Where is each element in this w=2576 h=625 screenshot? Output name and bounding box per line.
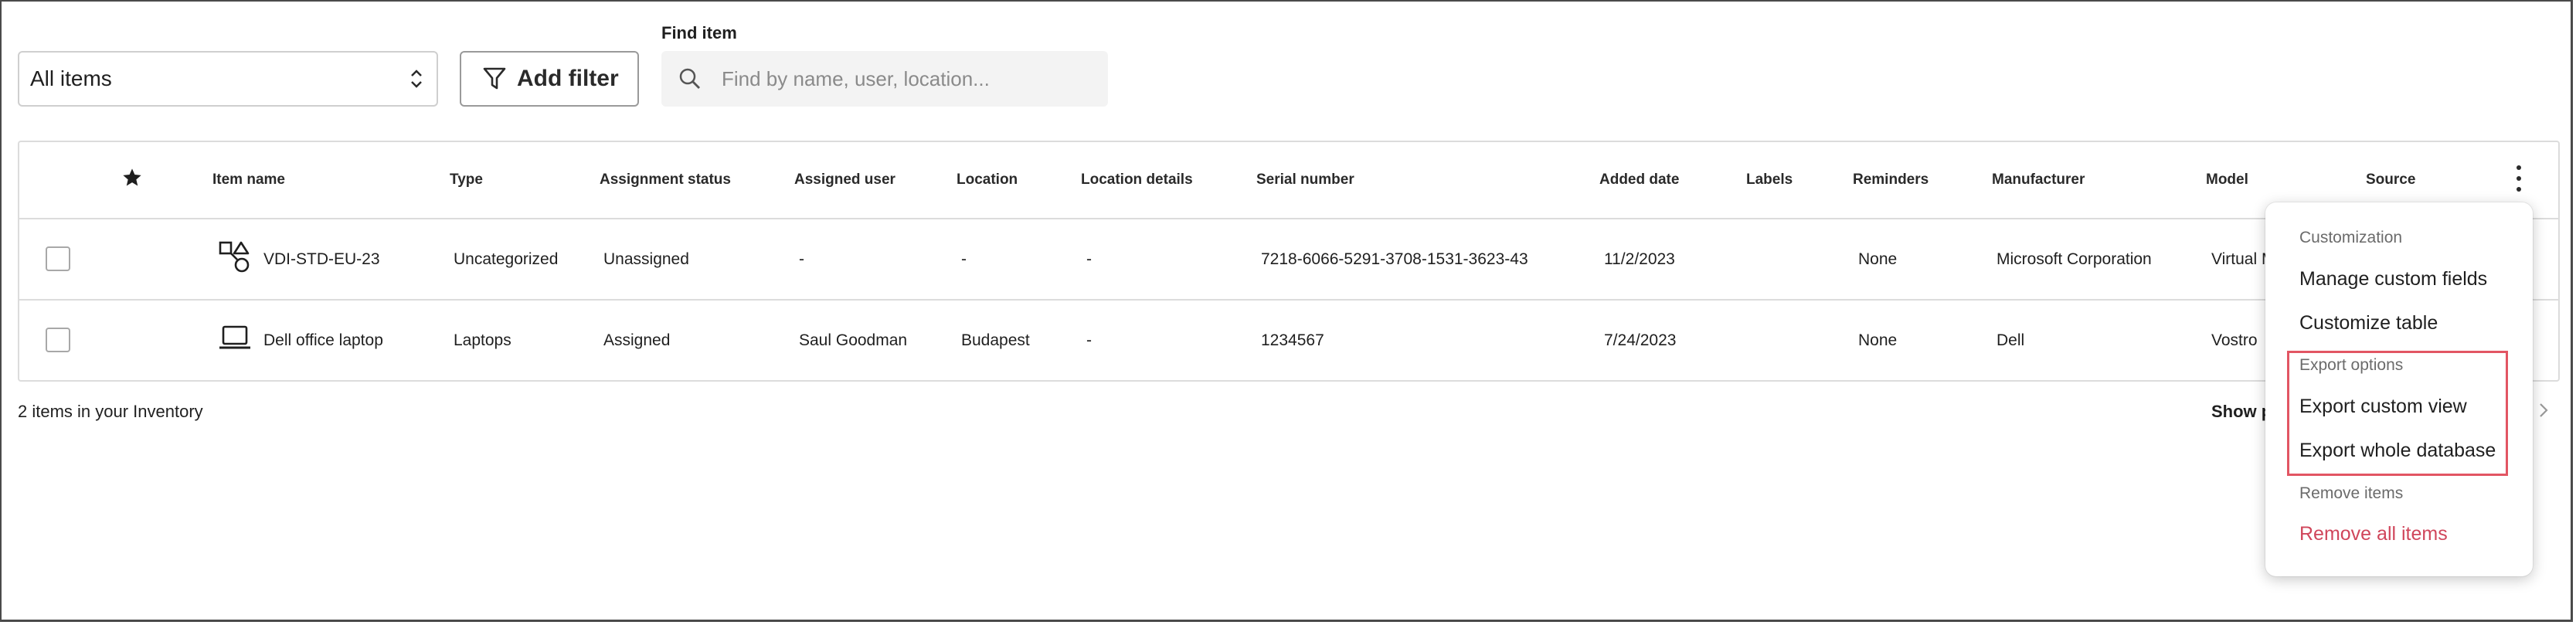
item-serial: 7218-6066-5291-3708-1531-3623-43 (1261, 250, 1528, 268)
item-location-details: - (1086, 331, 1092, 349)
search-input[interactable] (720, 66, 1094, 92)
col-labels[interactable]: Labels (1746, 172, 1793, 189)
more-options-icon[interactable] (2511, 165, 2527, 192)
row-checkbox[interactable] (46, 246, 70, 271)
item-location: Budapest (961, 331, 1030, 349)
col-manufacturer[interactable]: Manufacturer (1992, 172, 2085, 189)
inventory-table: Item name Type Assignment status Assigne… (18, 141, 2560, 382)
col-item-name[interactable]: Item name (212, 172, 285, 189)
star-icon[interactable] (121, 167, 143, 189)
table-header: Item name Type Assignment status Assigne… (19, 142, 2558, 219)
manage-custom-fields-item[interactable]: Manage custom fields (2299, 268, 2487, 290)
item-added-date: 7/24/2023 (1604, 331, 1677, 349)
item-model: Vostro (2211, 331, 2258, 349)
find-item-label: Find item (661, 23, 737, 42)
add-filter-button[interactable]: Add filter (460, 51, 639, 107)
item-location: - (961, 250, 967, 268)
item-reminders: None (1858, 250, 1898, 268)
item-type: Laptops (454, 331, 511, 349)
laptop-icon (219, 325, 250, 349)
item-serial: 1234567 (1261, 331, 1324, 349)
item-reminders: None (1858, 331, 1898, 349)
item-name[interactable]: VDI-STD-EU-23 (263, 250, 380, 269)
export-options-highlight (2287, 351, 2508, 476)
col-location[interactable]: Location (957, 172, 1018, 189)
shapes-icon (219, 241, 250, 273)
item-count: 2 items in your Inventory (18, 402, 203, 421)
remove-all-items-item[interactable]: Remove all items (2299, 523, 2448, 545)
item-manufacturer: Microsoft Corporation (1997, 250, 2152, 268)
menu-section-remove: Remove items (2299, 484, 2404, 502)
item-manufacturer: Dell (1997, 331, 2025, 349)
chevron-right-icon[interactable] (2537, 399, 2550, 421)
col-added-date[interactable]: Added date (1599, 172, 1679, 189)
row-checkbox[interactable] (46, 328, 70, 352)
col-location-details[interactable]: Location details (1081, 172, 1193, 189)
col-model[interactable]: Model (2206, 172, 2248, 189)
table-row[interactable]: VDI-STD-EU-23 Uncategorized Unassigned -… (19, 219, 2558, 301)
col-assignment-status[interactable]: Assignment status (600, 172, 731, 189)
col-serial-number[interactable]: Serial number (1256, 172, 1354, 189)
show-per-page-label[interactable]: Show p (2211, 402, 2272, 422)
menu-section-customization: Customization (2299, 229, 2403, 246)
item-name[interactable]: Dell office laptop (263, 331, 383, 350)
item-added-date: 11/2/2023 (1604, 250, 1675, 268)
item-type: Uncategorized (454, 250, 559, 268)
customize-table-item[interactable]: Customize table (2299, 312, 2438, 335)
item-location-details: - (1086, 250, 1092, 268)
col-source[interactable]: Source (2366, 172, 2415, 189)
search-field[interactable] (661, 51, 1108, 107)
table-row[interactable]: Dell office laptop Laptops Assigned Saul… (19, 301, 2558, 382)
filter-icon (483, 67, 506, 90)
view-select-value: All items (30, 66, 112, 90)
item-user: Saul Goodman (799, 331, 908, 349)
add-filter-label: Add filter (517, 66, 619, 91)
updown-chevron-icon (411, 70, 422, 88)
col-type[interactable]: Type (450, 172, 483, 189)
item-user: - (799, 250, 804, 268)
search-icon (679, 68, 700, 89)
view-select[interactable]: All items (18, 51, 438, 107)
item-status: Assigned (603, 331, 671, 349)
item-status: Unassigned (603, 250, 689, 268)
col-reminders[interactable]: Reminders (1853, 172, 1929, 189)
col-assigned-user[interactable]: Assigned user (794, 172, 895, 189)
